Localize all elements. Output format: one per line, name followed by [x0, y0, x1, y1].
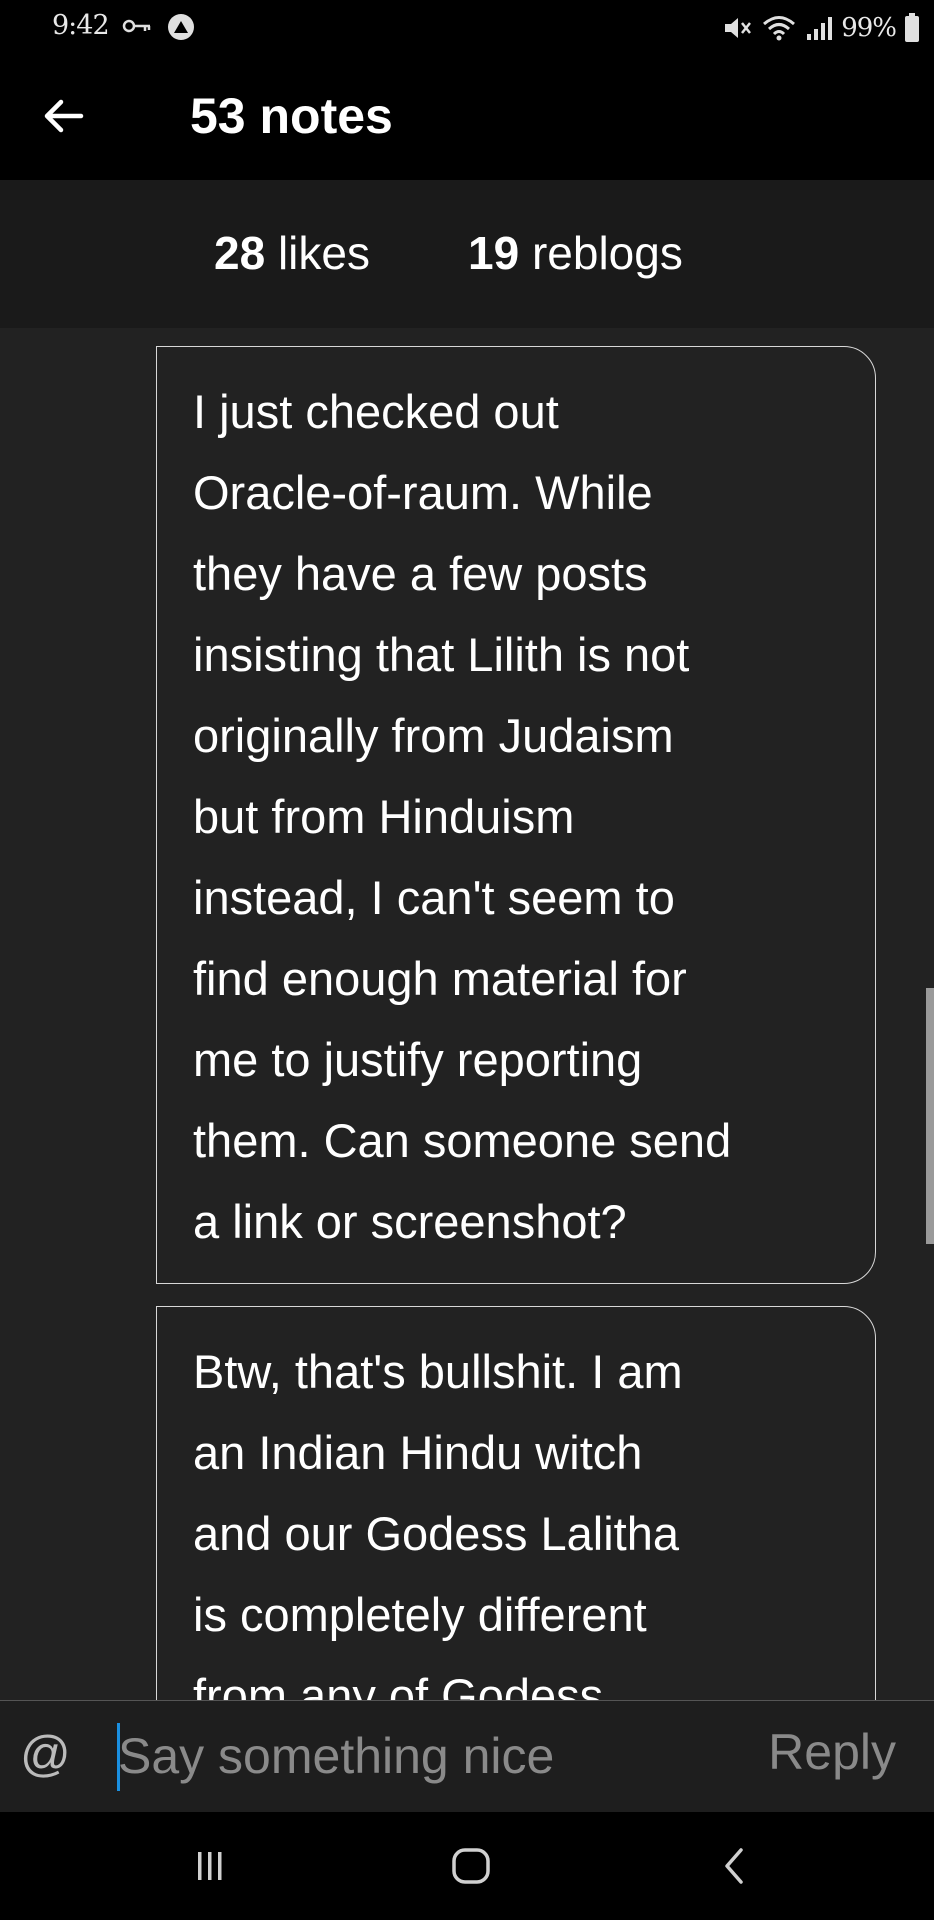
- signal-icon: [807, 17, 833, 40]
- back-icon: [725, 1848, 743, 1884]
- system-nav-bar: [0, 1812, 934, 1920]
- back-button[interactable]: [28, 84, 98, 148]
- mute-icon: [725, 18, 752, 38]
- reblogs-label: reblogs: [531, 227, 683, 279]
- app-header: 53 notes: [0, 56, 934, 180]
- recent-apps-icon: [198, 1852, 222, 1880]
- home-icon: [452, 1848, 490, 1884]
- reply-button[interactable]: Reply: [768, 1723, 896, 1781]
- status-bar: 9:42 99%: [0, 0, 934, 56]
- reply-bar: @ Reply: [0, 1700, 934, 1812]
- home-button[interactable]: [431, 1838, 511, 1894]
- reply-input[interactable]: [118, 1719, 718, 1793]
- wifi-icon: [763, 16, 796, 41]
- reply-note-bubble: Btw, that's bullshit. I am an Indian Hin…: [156, 1306, 876, 1700]
- notes-tabs: 28 likes 19 reblogs: [0, 180, 934, 328]
- app-notification-icon: [168, 14, 194, 40]
- recent-apps-button[interactable]: [170, 1838, 250, 1894]
- likes-label: likes: [277, 227, 370, 279]
- likes-count: 28: [214, 227, 266, 279]
- arrow-left-icon: [44, 99, 84, 133]
- key-icon: [122, 19, 151, 33]
- tab-reblogs[interactable]: 19 reblogs: [468, 226, 683, 280]
- status-indicators: 99%: [723, 8, 920, 48]
- tab-likes[interactable]: 28 likes: [214, 226, 370, 280]
- reblogs-count: 19: [468, 227, 520, 279]
- nav-back-button[interactable]: [694, 1838, 774, 1894]
- battery-percent: 99%: [841, 13, 897, 43]
- status-time: 9:42: [52, 10, 110, 41]
- page-title: 53 notes: [190, 88, 393, 144]
- scrollbar-thumb[interactable]: [926, 988, 934, 1244]
- mention-button[interactable]: @: [20, 1725, 71, 1783]
- notes-list[interactable]: I just checked out Oracle-of-raum. While…: [0, 328, 934, 1700]
- reply-note-bubble: I just checked out Oracle-of-raum. While…: [156, 346, 876, 1284]
- battery-icon: [905, 13, 919, 42]
